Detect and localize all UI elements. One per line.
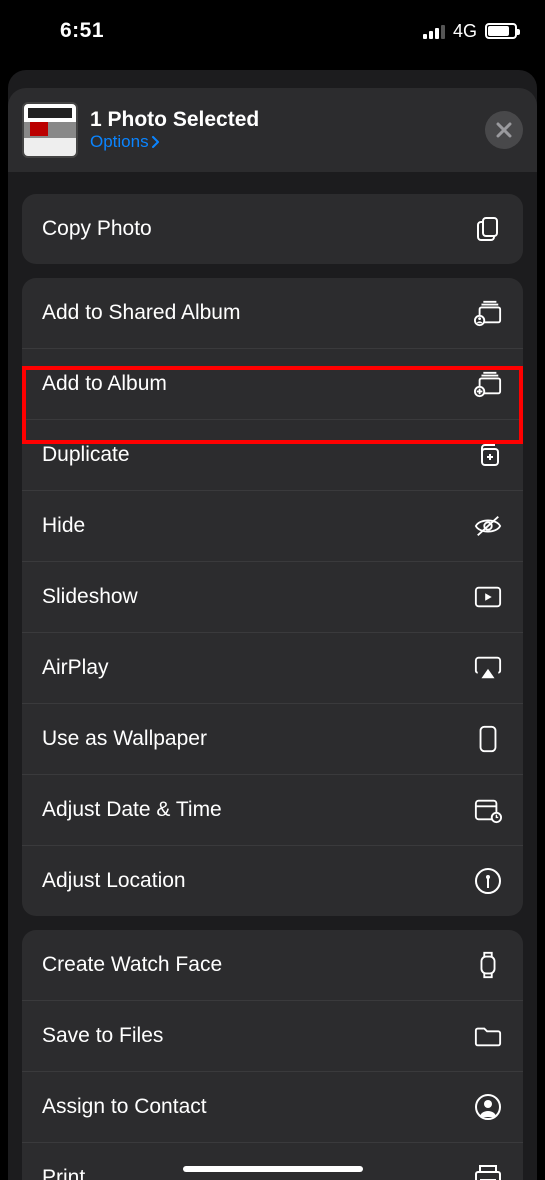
share-sheet: 1 Photo Selected Options Copy Photo Add … [8,88,537,1180]
calendar-clock-icon [473,795,503,825]
photo-thumbnail[interactable] [22,102,78,158]
options-button[interactable]: Options [90,132,473,152]
folder-icon [473,1021,503,1051]
add-album-icon [473,369,503,399]
status-time: 6:51 [28,19,104,43]
network-label: 4G [453,21,477,42]
add-album-row[interactable]: Add to Album [22,348,523,419]
status-indicators: 4G [423,21,517,42]
action-group-3: Create Watch Face Save to Files Assign t… [22,930,523,1180]
wallpaper-label: Use as Wallpaper [42,727,207,751]
battery-icon [485,23,517,39]
hide-icon [473,511,503,541]
signal-icon [423,23,445,39]
create-watch-face-label: Create Watch Face [42,953,222,977]
phone-icon [473,724,503,754]
save-to-files-row[interactable]: Save to Files [22,1000,523,1071]
sheet-header: 1 Photo Selected Options [8,88,537,172]
close-button[interactable] [485,111,523,149]
print-label: Print [42,1166,85,1180]
add-shared-album-row[interactable]: Add to Shared Album [22,278,523,348]
airplay-row[interactable]: AirPlay [22,632,523,703]
copy-icon [473,214,503,244]
add-shared-album-label: Add to Shared Album [42,301,240,325]
airplay-label: AirPlay [42,656,109,680]
create-watch-face-row[interactable]: Create Watch Face [22,930,523,1000]
wallpaper-row[interactable]: Use as Wallpaper [22,703,523,774]
slideshow-icon [473,582,503,612]
adjust-date-time-label: Adjust Date & Time [42,798,222,822]
print-icon [473,1163,503,1180]
hide-label: Hide [42,514,85,538]
copy-photo-row[interactable]: Copy Photo [22,194,523,264]
add-album-label: Add to Album [42,372,167,396]
slideshow-label: Slideshow [42,585,138,609]
adjust-date-time-row[interactable]: Adjust Date & Time [22,774,523,845]
home-indicator[interactable] [183,1166,363,1172]
save-to-files-label: Save to Files [42,1024,163,1048]
duplicate-row[interactable]: Duplicate [22,419,523,490]
header-title: 1 Photo Selected [90,108,473,131]
airplay-icon [473,653,503,683]
shared-album-icon [473,298,503,328]
slideshow-row[interactable]: Slideshow [22,561,523,632]
watch-icon [473,950,503,980]
adjust-location-row[interactable]: Adjust Location [22,845,523,916]
print-row[interactable]: Print [22,1142,523,1180]
assign-contact-label: Assign to Contact [42,1095,207,1119]
duplicate-label: Duplicate [42,443,130,467]
action-group-1: Copy Photo [22,194,523,264]
assign-contact-row[interactable]: Assign to Contact [22,1071,523,1142]
adjust-location-label: Adjust Location [42,869,186,893]
duplicate-icon [473,440,503,470]
copy-photo-label: Copy Photo [42,217,152,241]
chevron-right-icon [151,136,161,148]
action-group-2: Add to Shared Album Add to Album Duplica… [22,278,523,916]
location-icon [473,866,503,896]
close-icon [496,122,512,138]
contact-icon [473,1092,503,1122]
status-bar: 6:51 4G [0,0,545,50]
hide-row[interactable]: Hide [22,490,523,561]
